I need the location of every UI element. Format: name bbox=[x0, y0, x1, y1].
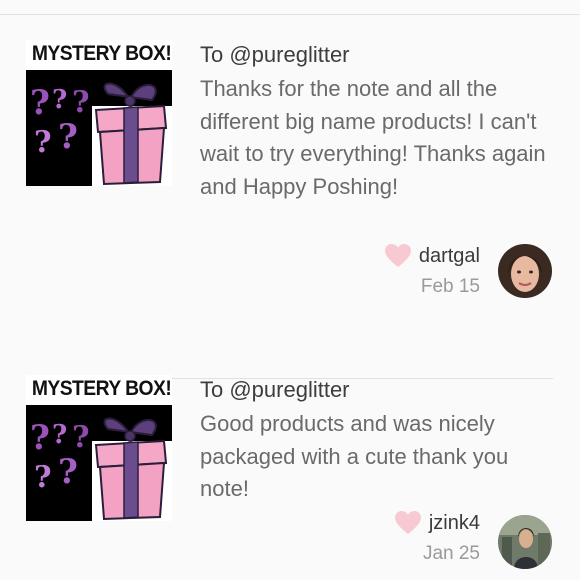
review-meta: jzink4 Jan 25 bbox=[394, 511, 480, 565]
review-recipient: To @pureglitter bbox=[200, 377, 350, 402]
svg-text:?: ? bbox=[34, 460, 52, 495]
svg-text:?: ? bbox=[52, 85, 67, 115]
svg-text:?: ? bbox=[72, 85, 90, 120]
heart-icon[interactable] bbox=[384, 244, 411, 268]
review-meta: dartgal Feb 15 bbox=[384, 244, 480, 298]
svg-text:?: ? bbox=[30, 418, 50, 458]
svg-text:?: ? bbox=[30, 83, 50, 123]
svg-text:?: ? bbox=[52, 420, 67, 450]
svg-text:?: ? bbox=[58, 452, 78, 492]
mystery-box-image: ? ? ? ? ? bbox=[26, 405, 172, 521]
heart-icon[interactable] bbox=[394, 511, 421, 535]
review-recipient: To @pureglitter bbox=[200, 42, 350, 67]
mystery-box-image: ? ? ? ? ? bbox=[26, 70, 172, 186]
review-date: Jan 25 bbox=[422, 543, 480, 564]
review-date: Feb 15 bbox=[420, 276, 480, 297]
avatar[interactable] bbox=[498, 515, 552, 569]
svg-text:?: ? bbox=[34, 125, 52, 160]
thumbnail-title: MYSTERY BOX! bbox=[31, 377, 172, 400]
author-username[interactable]: dartgal bbox=[419, 245, 480, 268]
review-text: Thanks for the note and all the differen… bbox=[200, 76, 546, 199]
author-username[interactable]: jzink4 bbox=[429, 512, 480, 535]
svg-text:?: ? bbox=[58, 117, 78, 157]
listing-thumbnail[interactable]: MYSTERY BOX! ? ? ? ? ? bbox=[26, 40, 172, 186]
svg-text:?: ? bbox=[72, 420, 90, 455]
listing-thumbnail[interactable]: MYSTERY BOX! ? ? ? ? ? bbox=[26, 375, 172, 521]
thumbnail-title: MYSTERY BOX! bbox=[31, 42, 172, 65]
avatar[interactable] bbox=[498, 244, 552, 298]
top-divider bbox=[0, 14, 580, 15]
review-text: Good products and was nicely packaged wi… bbox=[200, 411, 509, 501]
